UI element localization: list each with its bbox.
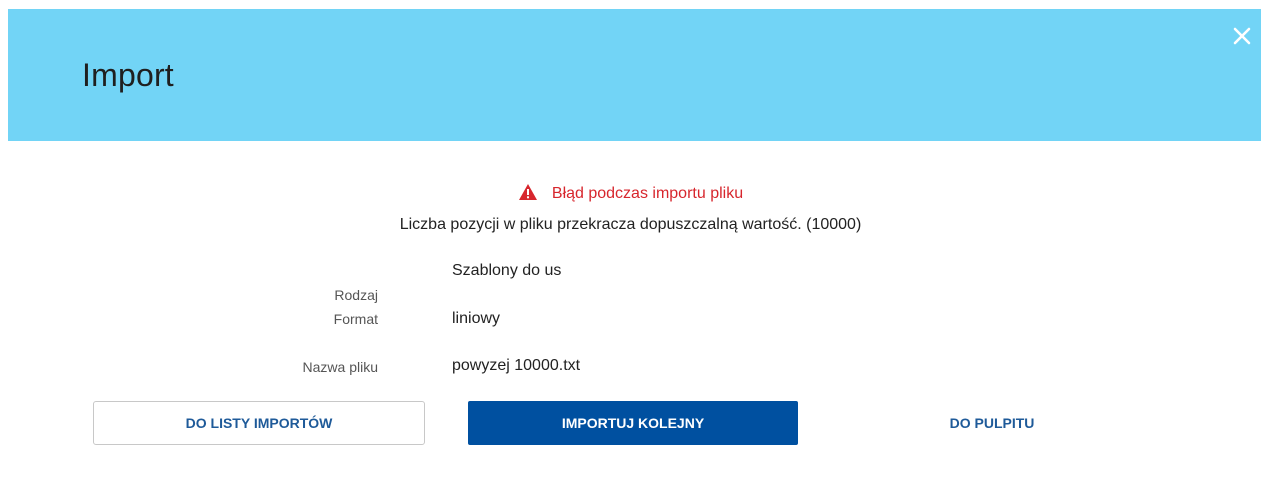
field-value-filename: powyzej 10000.txt bbox=[452, 357, 581, 374]
error-message: Liczba pozycji w pliku przekracza dopusz… bbox=[399, 216, 862, 233]
modal-header: Import bbox=[8, 9, 1261, 141]
import-next-label: IMPORTUJ KOLEJNY bbox=[561, 415, 705, 431]
field-label-filename: Nazwa pliku bbox=[302, 359, 378, 375]
field-value-format: liniowy bbox=[452, 310, 501, 327]
import-modal: Import Błąd podczas importu pliku Liczba… bbox=[0, 0, 1261, 489]
to-dashboard-button[interactable]: DO PULPITU bbox=[872, 401, 1112, 445]
modal-title: Import bbox=[82, 57, 174, 93]
import-next-button[interactable]: IMPORTUJ KOLEJNY bbox=[468, 401, 798, 445]
close-icon[interactable] bbox=[1229, 23, 1255, 49]
error-title-row: Błąd podczas importu pliku bbox=[0, 183, 1261, 206]
field-label-format: Format bbox=[333, 311, 378, 327]
to-import-list-label: DO LISTY IMPORTÓW bbox=[185, 415, 333, 431]
to-import-list-button[interactable]: DO LISTY IMPORTÓW bbox=[93, 401, 425, 445]
to-dashboard-label: DO PULPITU bbox=[949, 415, 1035, 431]
error-title: Błąd podczas importu pliku bbox=[551, 185, 744, 202]
field-label-type: Rodzaj bbox=[334, 287, 378, 303]
warning-triangle-icon bbox=[518, 183, 538, 206]
field-value-type: Szablony do us bbox=[452, 262, 562, 279]
